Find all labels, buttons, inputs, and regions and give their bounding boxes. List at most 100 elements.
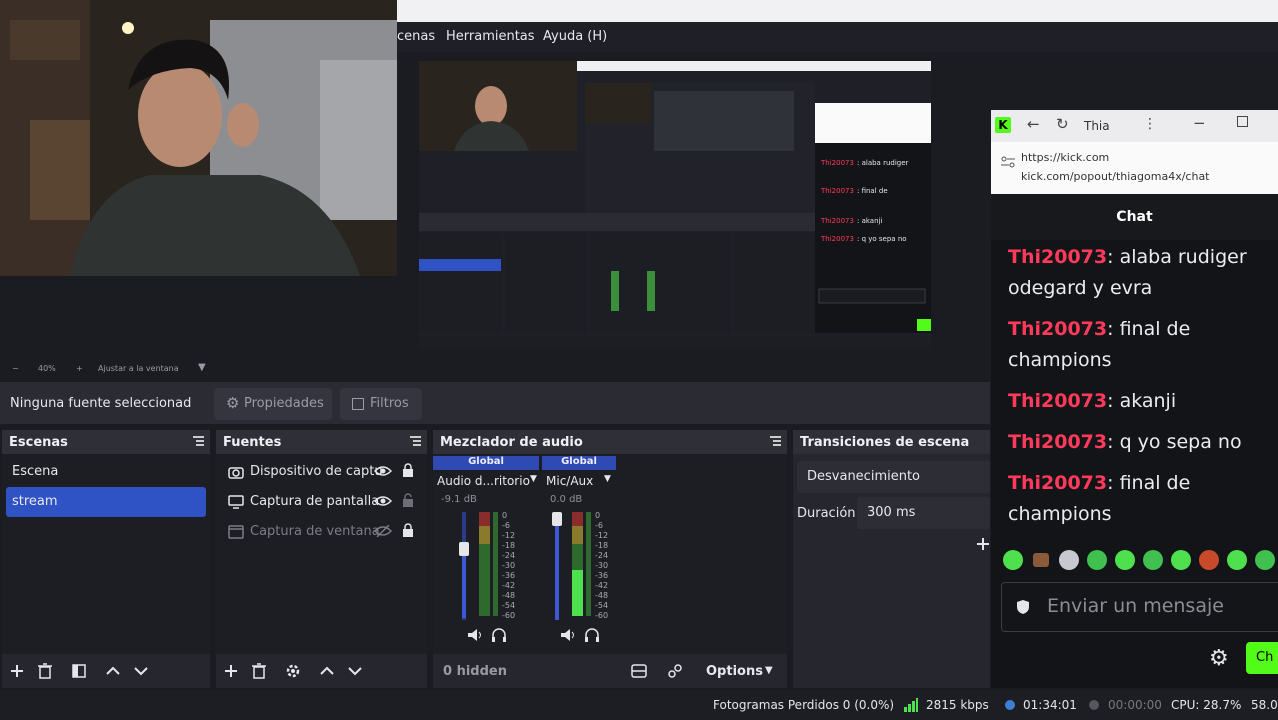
move-down-icon[interactable]: [132, 662, 150, 680]
transition-select[interactable]: Desvanecimiento: [797, 461, 990, 493]
chevron-down-icon[interactable]: ▼: [530, 474, 537, 484]
add-icon[interactable]: [977, 538, 989, 550]
browser-tabbar: K ← ↻ Thia ⋮ −: [991, 110, 1278, 142]
url-host[interactable]: https://kick.com: [1021, 151, 1109, 164]
zoom-dropdown-icon[interactable]: ▼: [198, 362, 206, 373]
layout-icon[interactable]: [631, 664, 647, 678]
zoom-out-button[interactable]: −: [12, 364, 19, 373]
maximize-icon[interactable]: [1237, 116, 1248, 127]
chat-username[interactable]: Thi20073: [1008, 431, 1107, 453]
transitions-header: Transiciones de escena: [793, 430, 990, 454]
volume-fader[interactable]: [552, 512, 562, 526]
scenes-title: Escenas: [9, 435, 68, 450]
scene-item-escena[interactable]: Escena: [6, 457, 206, 487]
channel-db: -9.1 dB: [441, 494, 477, 505]
lock-icon[interactable]: [402, 523, 414, 538]
filter-icon: [352, 398, 364, 410]
trash-icon[interactable]: [250, 662, 268, 680]
svg-text:Thi20073: Thi20073: [820, 235, 854, 243]
svg-text:-42: -42: [595, 581, 608, 590]
transitions-dock: Transiciones de escena Desvanecimiento D…: [793, 430, 990, 688]
menu-herramientas[interactable]: Herramientas: [446, 29, 535, 44]
svg-text:-24: -24: [595, 551, 608, 560]
chat-send-button[interactable]: Ch: [1246, 642, 1278, 674]
scene-item-stream[interactable]: stream: [6, 487, 206, 517]
speaker-icon[interactable]: [467, 628, 483, 642]
headphones-icon[interactable]: [491, 628, 507, 642]
mixer-header: Mezclador de audio: [433, 430, 787, 454]
move-up-icon[interactable]: [104, 662, 122, 680]
eye-icon[interactable]: [374, 465, 392, 477]
chat-username[interactable]: Thi20073: [1008, 472, 1107, 494]
chat-settings-gear-icon[interactable]: ⚙: [1209, 646, 1229, 671]
chat-username[interactable]: Thi20073: [1008, 390, 1107, 412]
chat-heading: Chat: [991, 194, 1278, 240]
chat-message-input[interactable]: Enviar un mensaje: [1001, 582, 1278, 632]
chat-username[interactable]: Thi20073: [1008, 246, 1107, 268]
url-path[interactable]: kick.com/popout/thiagoma4x/chat: [1021, 170, 1210, 183]
minimize-icon[interactable]: −: [1193, 114, 1206, 132]
properties-button[interactable]: ⚙ Propiedades: [214, 388, 332, 420]
eye-icon[interactable]: [374, 495, 392, 507]
dock-menu-icon[interactable]: [410, 435, 421, 447]
zoom-in-button[interactable]: +: [76, 364, 83, 373]
chevron-down-icon[interactable]: ▼: [604, 474, 611, 484]
add-icon[interactable]: [222, 662, 240, 680]
svg-text:-24: -24: [502, 551, 515, 560]
menu-bar: cenas Herramientas Ayuda (H): [397, 22, 1278, 52]
lock-icon[interactable]: [402, 463, 414, 478]
move-down-icon[interactable]: [346, 662, 364, 680]
options-dropdown[interactable]: Options ▼: [697, 660, 781, 684]
options-label: Options: [706, 664, 763, 679]
mixer-title: Mezclador de audio: [440, 435, 583, 450]
back-icon[interactable]: ←: [1027, 115, 1040, 133]
chevron-down-icon: ▼: [765, 665, 773, 676]
source-item-capture-device[interactable]: Dispositivo de captu: [220, 457, 423, 487]
status-bar: Fotogramas Perdidos 0 (0.0%) 2815 kbps 0…: [0, 690, 1278, 720]
channel-name[interactable]: Audio d...ritorio: [437, 474, 530, 488]
trash-icon[interactable]: [36, 662, 54, 680]
channel-name[interactable]: Mic/Aux: [546, 474, 593, 488]
hidden-count[interactable]: 0 hidden: [443, 664, 507, 679]
speaker-icon[interactable]: [560, 628, 576, 642]
source-label: Dispositivo de captu: [250, 464, 383, 479]
record-icon: [1089, 700, 1099, 710]
svg-text:-54: -54: [595, 601, 608, 610]
dock-menu-icon[interactable]: [770, 435, 781, 447]
reload-icon[interactable]: ↻: [1056, 115, 1069, 133]
dock-menu-icon[interactable]: [193, 435, 204, 447]
duration-input[interactable]: 300 ms: [857, 497, 990, 529]
more-icon[interactable]: ⋮: [1143, 116, 1157, 132]
gear-icon[interactable]: [284, 662, 302, 680]
source-item-screen-capture[interactable]: Captura de pantalla: [220, 487, 423, 517]
headphones-icon[interactable]: [584, 628, 600, 642]
add-icon[interactable]: [8, 662, 26, 680]
svg-text:Thi20073: Thi20073: [820, 217, 854, 225]
volume-fader[interactable]: [459, 542, 469, 556]
chat-username[interactable]: Thi20073: [1008, 318, 1107, 340]
filter-icon[interactable]: [70, 662, 88, 680]
tab-title[interactable]: Thia: [1084, 119, 1110, 133]
bitrate: 2815 kbps: [926, 698, 989, 712]
eye-hidden-icon[interactable]: [374, 525, 392, 537]
chat-message: Thi20073: final de champions: [1008, 318, 1191, 371]
menu-escenas[interactable]: cenas: [397, 29, 435, 44]
svg-text:-48: -48: [595, 591, 608, 600]
fps: 58.0: [1251, 698, 1278, 712]
zoom-bar: − 40% + Ajustar a la ventana ▼: [0, 360, 990, 378]
move-up-icon[interactable]: [318, 662, 336, 680]
monitor-icon: [228, 495, 244, 509]
svg-text:-36: -36: [595, 571, 608, 580]
menu-ayuda[interactable]: Ayuda (H): [543, 29, 607, 44]
fit-window-button[interactable]: Ajustar a la ventana: [98, 364, 179, 373]
advanced-audio-icon[interactable]: [667, 663, 683, 679]
cpu-usage: CPU: 28.7%: [1171, 698, 1242, 712]
unlock-icon[interactable]: [402, 493, 414, 508]
filters-button[interactable]: Filtros: [340, 388, 422, 420]
emote-bar[interactable]: [1001, 548, 1278, 572]
preview-canvas[interactable]: Thi20073 : alaba rudiger Thi20073 : fina…: [0, 0, 990, 360]
channel-group-label: Global: [433, 456, 539, 470]
sources-list: Dispositivo de captu Captura de pantalla…: [216, 454, 427, 654]
site-info-icon[interactable]: [1001, 156, 1015, 168]
source-item-window-capture[interactable]: Captura de ventana: [220, 517, 423, 547]
